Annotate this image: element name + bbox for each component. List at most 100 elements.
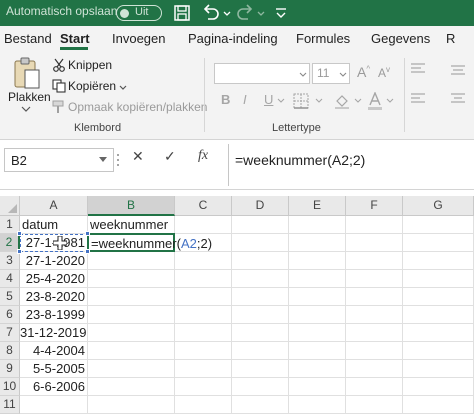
reference-handle[interactable] (17, 231, 22, 236)
cell-a1[interactable]: datum (20, 216, 88, 234)
font-color-icon[interactable] (368, 92, 382, 110)
align-middle-icon[interactable] (450, 62, 466, 76)
cell-a11[interactable] (20, 396, 88, 414)
cell-e7[interactable] (289, 324, 346, 342)
row-header-9[interactable]: 9 (0, 360, 20, 378)
cell-a7[interactable]: 31-12-2019 (20, 324, 88, 342)
cell-g4[interactable] (403, 270, 474, 288)
fill-color-dropdown-icon[interactable] (354, 98, 362, 103)
formula-input[interactable]: =weeknummer(A2;2) (228, 144, 474, 186)
bold-button[interactable]: B (221, 92, 230, 107)
row-header-7[interactable]: 7 (0, 324, 20, 342)
customize-toolbar-icon[interactable] (272, 3, 290, 23)
cell-f10[interactable] (346, 378, 403, 396)
tab-formules[interactable]: Formules (296, 31, 350, 46)
tab-start[interactable]: Start (60, 31, 90, 46)
column-header-b[interactable]: B (88, 196, 175, 216)
borders-dropdown-icon[interactable] (315, 98, 323, 103)
redo-dropdown-icon[interactable] (256, 3, 266, 23)
cell-c10[interactable] (175, 378, 232, 396)
align-center-icon[interactable] (450, 92, 466, 106)
cell-c3[interactable] (175, 252, 232, 270)
cell-d2[interactable] (232, 234, 289, 252)
align-left-icon[interactable] (410, 92, 426, 106)
align-top-icon[interactable] (410, 62, 426, 76)
cell-c4[interactable] (175, 270, 232, 288)
redo-icon[interactable] (234, 3, 256, 23)
row-header-5[interactable]: 5 (0, 288, 20, 306)
column-header-a[interactable]: A (20, 196, 88, 216)
cell-c7[interactable] (175, 324, 232, 342)
decrease-font-icon[interactable]: Av (378, 65, 390, 80)
cancel-icon[interactable]: ✕ (132, 148, 144, 165)
cell-g11[interactable] (403, 396, 474, 414)
cell-a5[interactable]: 23-8-2020 (20, 288, 88, 306)
copy-icon[interactable] (52, 79, 66, 93)
cell-f6[interactable] (346, 306, 403, 324)
column-header-e[interactable]: E (289, 196, 346, 216)
copy-dropdown-icon[interactable] (119, 85, 127, 90)
cell-b6[interactable] (88, 306, 175, 324)
cell-c5[interactable] (175, 288, 232, 306)
cell-e10[interactable] (289, 378, 346, 396)
row-header-6[interactable]: 6 (0, 306, 20, 324)
borders-icon[interactable] (293, 93, 309, 109)
italic-button[interactable]: I (243, 92, 247, 107)
cell-c1[interactable] (175, 216, 232, 234)
font-name-box[interactable] (214, 63, 310, 84)
cell-d8[interactable] (232, 342, 289, 360)
row-header-11[interactable]: 11 (0, 396, 20, 414)
cell-a9[interactable]: 5-5-2005 (20, 360, 88, 378)
cell-g3[interactable] (403, 252, 474, 270)
cell-f7[interactable] (346, 324, 403, 342)
reference-handle[interactable] (17, 249, 22, 254)
save-icon[interactable] (172, 3, 192, 23)
cell-a10[interactable]: 6-6-2006 (20, 378, 88, 396)
cell-b4[interactable] (88, 270, 175, 288)
cell-d4[interactable] (232, 270, 289, 288)
cell-f8[interactable] (346, 342, 403, 360)
cell-g1[interactable] (403, 216, 474, 234)
cell-f2[interactable] (346, 234, 403, 252)
cell-b7[interactable] (88, 324, 175, 342)
paste-label[interactable]: Plakken (8, 90, 51, 104)
enter-icon[interactable]: ✓ (164, 148, 176, 165)
cell-f9[interactable] (346, 360, 403, 378)
cell-e6[interactable] (289, 306, 346, 324)
cell-f3[interactable] (346, 252, 403, 270)
select-all-button[interactable] (0, 196, 20, 216)
cell-e8[interactable] (289, 342, 346, 360)
cell-d11[interactable] (232, 396, 289, 414)
reference-handle[interactable] (85, 231, 90, 236)
increase-font-icon[interactable]: A^ (357, 64, 370, 80)
autosave-toggle[interactable]: Uit (116, 5, 162, 21)
reference-handle[interactable] (85, 249, 90, 254)
insert-function-icon[interactable]: fx (198, 148, 208, 164)
cell-e5[interactable] (289, 288, 346, 306)
cell-c9[interactable] (175, 360, 232, 378)
cell-g8[interactable] (403, 342, 474, 360)
cell-c6[interactable] (175, 306, 232, 324)
cell-g7[interactable] (403, 324, 474, 342)
cell-e4[interactable] (289, 270, 346, 288)
paste-icon[interactable] (12, 56, 42, 90)
undo-icon[interactable] (200, 3, 222, 23)
row-header-3[interactable]: 3 (0, 252, 20, 270)
cell-g5[interactable] (403, 288, 474, 306)
cell-d1[interactable] (232, 216, 289, 234)
tab-bestand[interactable]: Bestand (4, 31, 52, 46)
cell-e11[interactable] (289, 396, 346, 414)
cell-e3[interactable] (289, 252, 346, 270)
cell-c8[interactable] (175, 342, 232, 360)
cell-d3[interactable] (232, 252, 289, 270)
cell-c11[interactable] (175, 396, 232, 414)
fill-color-icon[interactable] (334, 93, 350, 109)
cell-d9[interactable] (232, 360, 289, 378)
cell-b8[interactable] (88, 342, 175, 360)
cell-b9[interactable] (88, 360, 175, 378)
font-color-dropdown-icon[interactable] (386, 98, 394, 103)
tab-pagina-indeling[interactable]: Pagina-indeling (188, 31, 278, 46)
tab-more[interactable]: R (446, 31, 455, 46)
cell-d6[interactable] (232, 306, 289, 324)
cell-b5[interactable] (88, 288, 175, 306)
